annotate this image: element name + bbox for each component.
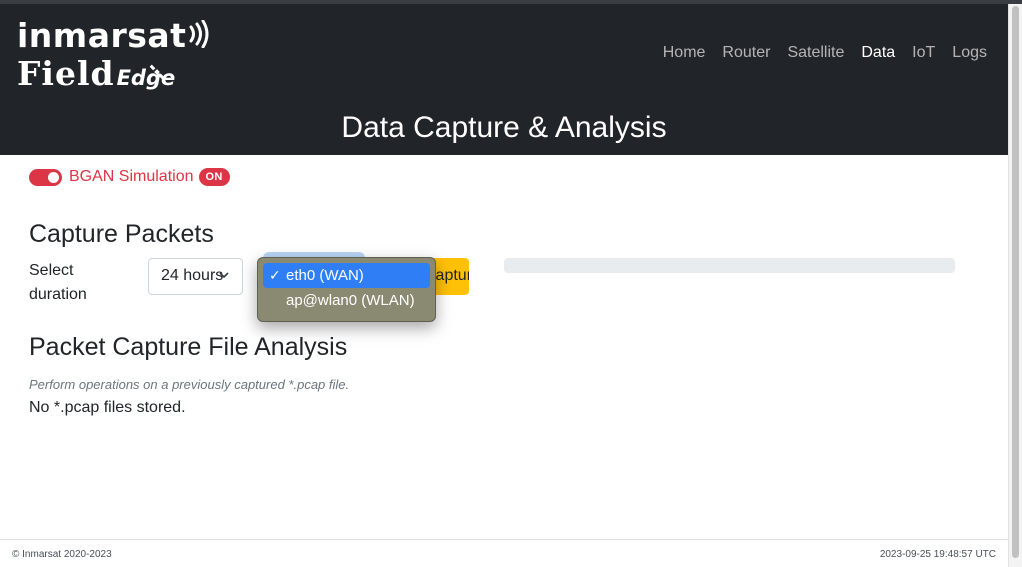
scrollbar-thumb[interactable] — [1012, 6, 1019, 558]
navbar: inmarsat Field Edge Home Router Satellit… — [0, 4, 1008, 155]
page-scrollbar[interactable] — [1008, 4, 1022, 567]
main-nav: Home Router Satellite Data IoT Logs — [646, 43, 987, 63]
interface-option-label: eth0 (WAN) — [286, 267, 364, 284]
nav-data[interactable]: Data — [861, 43, 895, 63]
footer-copyright: © Inmarsat 2020-2023 — [12, 549, 112, 560]
interface-option-wlan0[interactable]: ap@wlan0 (WLAN) — [263, 288, 430, 313]
satellite-icon — [149, 64, 165, 80]
nav-satellite[interactable]: Satellite — [787, 43, 844, 63]
brand-product-sub: Edge — [116, 66, 176, 90]
analysis-heading: Packet Capture File Analysis — [29, 333, 348, 361]
duration-label: Select duration — [29, 262, 87, 303]
duration-select[interactable]: 24 hours — [148, 258, 243, 295]
bgan-simulation-toggle-row: BGAN Simulation ON — [29, 167, 230, 187]
nav-logs[interactable]: Logs — [952, 43, 987, 63]
interface-option-label: ap@wlan0 (WLAN) — [286, 292, 415, 309]
switch-knob — [48, 171, 59, 183]
status-badge: ON — [198, 168, 230, 186]
bgan-simulation-label[interactable]: BGAN Simulation — [69, 167, 194, 187]
brand-product-main: Field — [17, 54, 115, 93]
duration-select-value: 24 hours — [161, 267, 224, 284]
signal-waves-icon — [189, 20, 209, 48]
analysis-note: Perform operations on a previously captu… — [29, 377, 350, 392]
bgan-simulation-switch[interactable] — [29, 168, 62, 186]
nav-home[interactable]: Home — [663, 43, 706, 63]
interface-option-eth0[interactable]: ✓ eth0 (WAN) — [263, 263, 430, 288]
nav-iot[interactable]: IoT — [912, 43, 935, 63]
footer-timestamp: 2023-09-25 19:48:57 UTC — [879, 549, 996, 560]
capture-packets-heading: Capture Packets — [29, 220, 214, 248]
chevron-down-icon — [219, 272, 229, 279]
no-files-message: No *.pcap files stored. — [29, 399, 186, 416]
nav-router[interactable]: Router — [722, 43, 770, 63]
brand-name: inmarsat — [17, 16, 187, 55]
page-title: Data Capture & Analysis — [341, 111, 667, 144]
interface-dropdown-menu: ✓ eth0 (WAN) ap@wlan0 (WLAN) — [257, 257, 436, 322]
checkmark-icon: ✓ — [269, 267, 281, 283]
footer: © Inmarsat 2020-2023 2023-09-25 19:48:57… — [0, 539, 1008, 567]
capture-progress-bar — [504, 258, 955, 273]
brand-logo[interactable]: inmarsat Field Edge — [17, 18, 210, 92]
